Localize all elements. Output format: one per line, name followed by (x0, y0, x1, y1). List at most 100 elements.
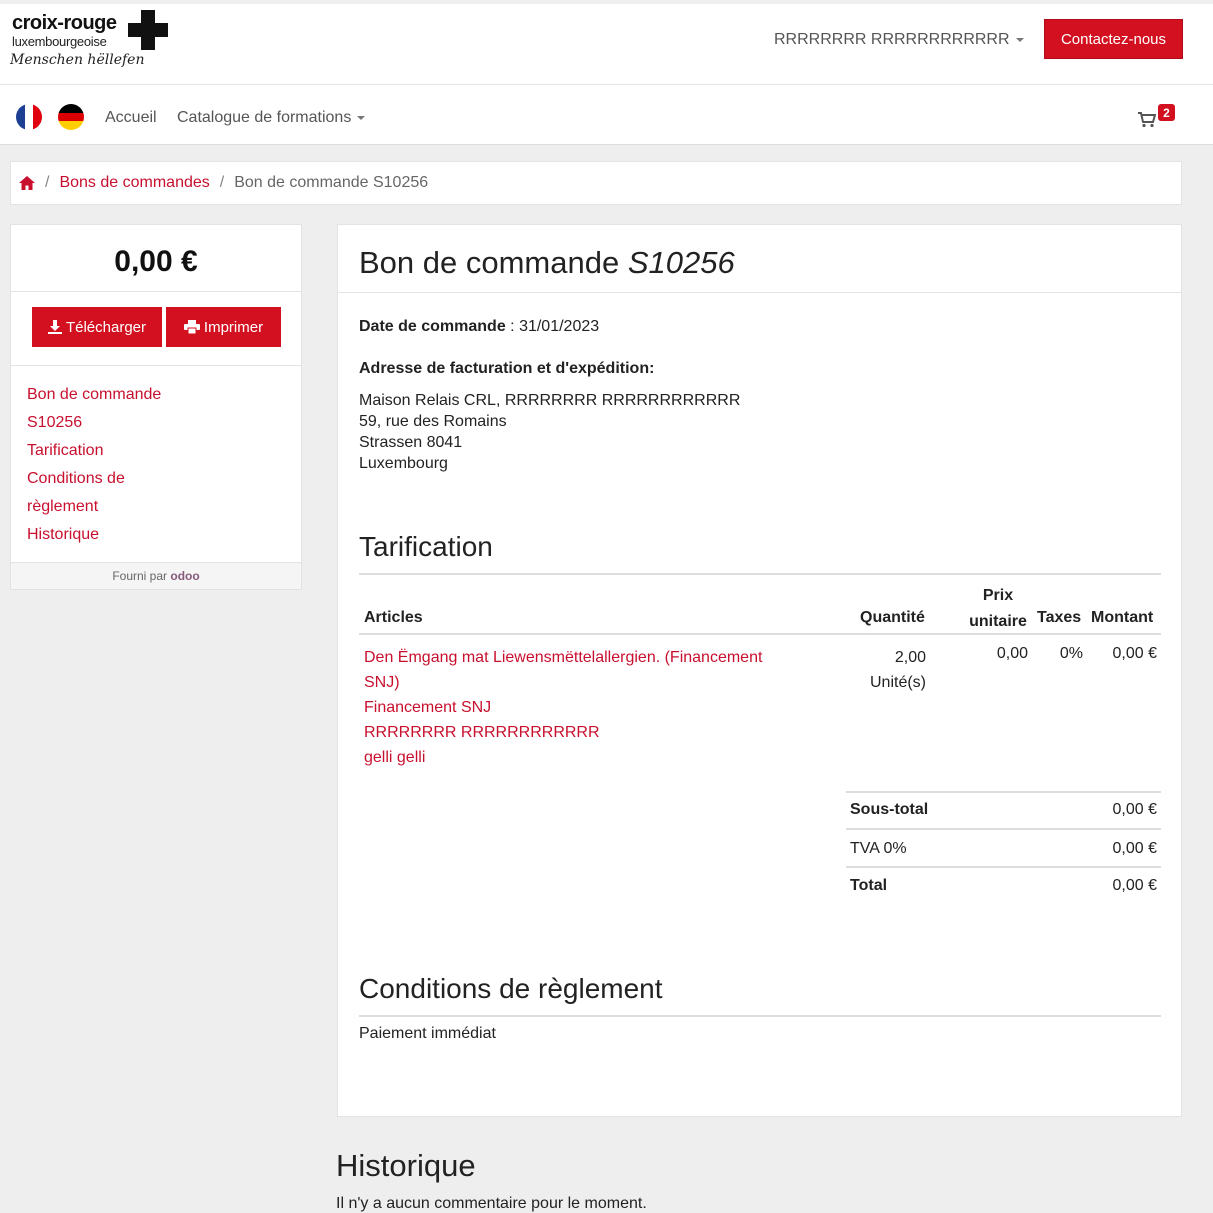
home-icon[interactable] (19, 176, 35, 190)
product-link[interactable]: gelli gelli (364, 745, 814, 770)
totals-divider (846, 866, 1161, 868)
logo-text-line1: croix-rouge (12, 12, 117, 34)
sidebar-nav: Bon de commande S10256 Tarification Cond… (27, 381, 227, 549)
powered-by-footer: Fourni par odoo (11, 562, 301, 589)
tax-cell: 0% (1059, 645, 1083, 662)
product-link[interactable]: Den Ëmgang mat Liewensmëttelallergien. (… (364, 645, 814, 670)
breadcrumb-separator: / (219, 174, 225, 191)
order-date-row: Date de commande : 31/01/2023 (359, 318, 599, 336)
conditions-title: Conditions de règlement (359, 973, 663, 1004)
logo-text-line2: luxembourgeoise (12, 34, 107, 49)
top-navbar: croix-rouge luxembourgeoise Menschen hël… (0, 4, 1213, 145)
conditions-text: Paiement immédiat (359, 1025, 496, 1042)
quantity-cell: 2,00 Unité(s) (838, 645, 926, 695)
table-header-border (359, 633, 1161, 635)
quantity-unit: Unité(s) (869, 674, 926, 691)
print-button[interactable]: Imprimer (166, 307, 281, 347)
sidebar-divider (11, 365, 301, 366)
col-header-quantity: Quantité (860, 609, 925, 626)
breadcrumb: / Bons de commandes / Bon de commande S1… (10, 161, 1182, 205)
croix-rouge-logo[interactable]: croix-rouge luxembourgeoise Menschen hël… (10, 10, 180, 80)
product-link[interactable]: RRRRRRRR RRRRRRRRRRRR (364, 720, 814, 745)
address-line: Luxembourg (359, 455, 448, 472)
page-title-prefix: Bon de commande (359, 245, 620, 280)
pricing-title: Tarification (359, 531, 493, 562)
order-total-amount: 0,00 € (114, 245, 198, 278)
col-header-unit-price-line2: unitaire (969, 613, 1027, 630)
download-button[interactable]: Télécharger (32, 307, 162, 347)
history-title: Historique (336, 1148, 476, 1183)
nav-catalog-label: Catalogue de formations (177, 109, 352, 126)
cart-count-badge: 2 (1158, 104, 1175, 121)
sidebar-link-conditions[interactable]: Conditions de (27, 465, 227, 493)
page-title: Bon de commande S10256 (359, 245, 735, 281)
user-name: RRRRRRRR RRRRRRRRRRRR (774, 31, 1010, 48)
total-value: 0,00 € (1112, 877, 1157, 894)
vat-label: TVA 0% (850, 840, 907, 857)
unit-price-cell: 0,00 (996, 645, 1028, 662)
order-date-value: 31/01/2023 (519, 318, 600, 335)
caret-down-icon (357, 115, 366, 120)
order-date-label: Date de commande (359, 318, 506, 335)
totals-divider (846, 828, 1161, 830)
odoo-logo[interactable]: odoo (170, 569, 199, 583)
download-icon (47, 320, 62, 334)
total-row: Total 0,00 € (850, 877, 1157, 895)
sidebar-divider (11, 291, 301, 292)
sidebar-link-order-ref[interactable]: S10256 (27, 409, 227, 437)
total-label: Total (850, 877, 888, 894)
user-menu-dropdown[interactable]: RRRRRRRR RRRRRRRRRRRR (774, 31, 1024, 49)
title-divider (338, 292, 1181, 293)
breadcrumb-current: Bon de commande S10256 (234, 174, 429, 191)
nav-catalog-dropdown[interactable]: Catalogue de formations (177, 109, 366, 127)
conditions-divider (359, 1015, 1161, 1017)
col-header-articles: Articles (364, 609, 423, 626)
sidebar-link-order[interactable]: Bon de commande (27, 381, 227, 409)
product-line-cell: Den Ëmgang mat Liewensmëttelallergien. (… (364, 645, 814, 770)
totals-divider (846, 791, 1161, 793)
history-text: Il n'y a aucun commentaire pour le momen… (336, 1195, 647, 1212)
product-link[interactable]: Financement SNJ (364, 695, 814, 720)
sidebar-link-conditions-cont[interactable]: règlement (27, 493, 227, 521)
order-sidebar: 0,00 € Télécharger Imprimer Bon de comma… (10, 224, 302, 590)
amount-cell: 0,00 € (1112, 645, 1157, 662)
address-line: Strassen 8041 (359, 434, 463, 451)
table-top-border (359, 573, 1161, 575)
subtotal-label: Sous-total (850, 801, 929, 818)
sidebar-link-history[interactable]: Historique (27, 521, 227, 549)
col-header-taxes: Taxes (1037, 609, 1082, 626)
subtotal-row: Sous-total 0,00 € (850, 801, 1157, 819)
french-flag-icon[interactable] (16, 104, 42, 130)
address-line: Maison Relais CRL, RRRRRRRR RRRRRRRRRRRR (359, 392, 741, 409)
breadcrumb-orders-link[interactable]: Bons de commandes (59, 174, 209, 192)
col-header-unit-price-line1: Prix (982, 587, 1014, 604)
print-icon (183, 320, 200, 334)
cart-icon (1138, 112, 1156, 128)
nav-home-link[interactable]: Accueil (105, 109, 157, 127)
print-label: Imprimer (203, 318, 264, 336)
col-header-amount: Montant (1091, 609, 1154, 626)
vat-row: TVA 0% 0,00 € (850, 840, 1157, 858)
caret-down-icon (1015, 37, 1024, 42)
page-title-ref: S10256 (627, 245, 735, 280)
german-flag-icon[interactable] (58, 104, 84, 130)
sidebar-link-pricing[interactable]: Tarification (27, 437, 227, 465)
quantity-value: 2,00 (894, 649, 926, 666)
product-link[interactable]: SNJ) (364, 670, 814, 695)
contact-us-button[interactable]: Contactez-nous (1044, 19, 1183, 59)
download-label: Télécharger (65, 318, 147, 336)
navbar-divider (0, 84, 1213, 85)
powered-by-text: Fourni par (112, 569, 168, 583)
shopping-cart[interactable]: 2 (1136, 104, 1176, 132)
order-detail-card: Bon de commande S10256 Date de commande … (337, 224, 1182, 1117)
address-block: Maison Relais CRL, RRRRRRRR RRRRRRRRRRRR… (359, 390, 740, 474)
red-cross-icon (128, 10, 168, 50)
address-label: Adresse de facturation et d'expédition: (359, 360, 655, 377)
breadcrumb-separator: / (45, 174, 50, 191)
address-line: 59, rue des Romains (359, 413, 507, 430)
order-date-separator: : (505, 318, 520, 335)
vat-value: 0,00 € (1112, 840, 1157, 857)
logo-tagline: Menschen hëllefen (10, 52, 145, 68)
subtotal-value: 0,00 € (1112, 801, 1157, 818)
col-header-unit-price: Prix unitaire (968, 583, 1028, 635)
